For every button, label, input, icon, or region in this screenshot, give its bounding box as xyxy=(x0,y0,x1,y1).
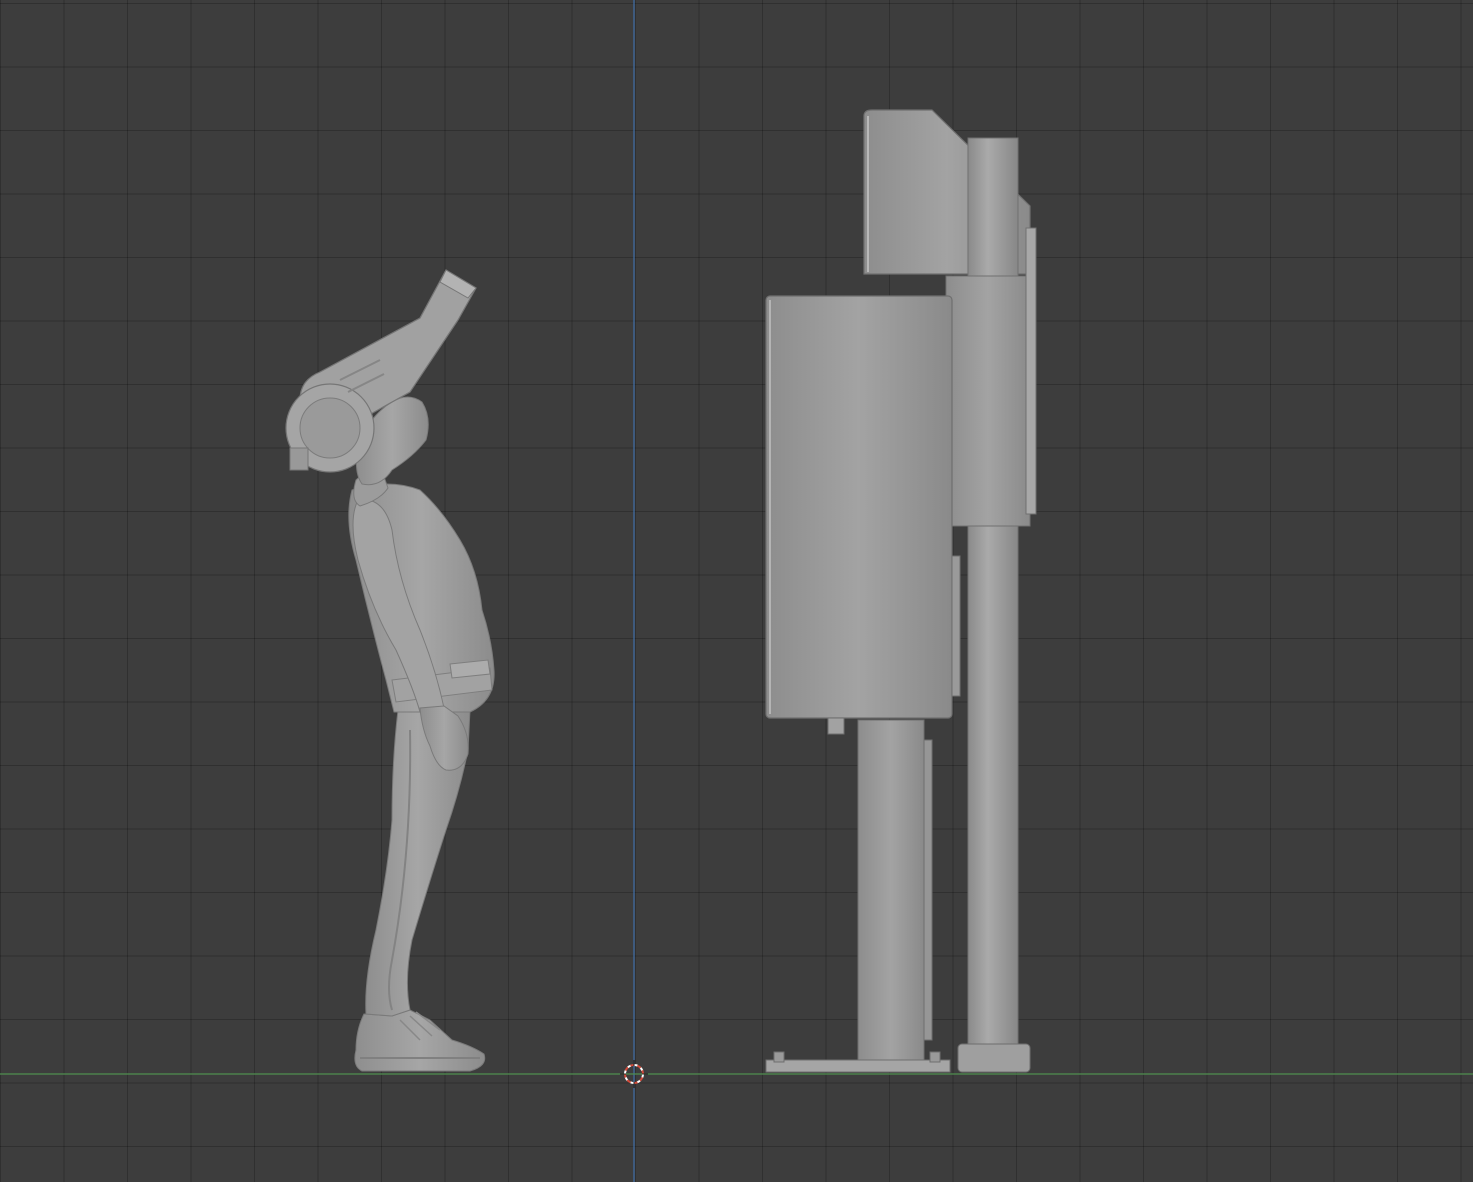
kiosk-machine[interactable] xyxy=(765,109,1037,1073)
viewport-scene[interactable] xyxy=(0,0,1473,1182)
3d-viewport[interactable] xyxy=(0,0,1473,1182)
kiosk-base xyxy=(765,1059,951,1073)
human-figure[interactable] xyxy=(285,269,495,1072)
kiosk-pole xyxy=(967,137,1019,1049)
kiosk-cabinet xyxy=(765,295,953,719)
rear-shoe xyxy=(354,1009,486,1072)
kiosk-stand xyxy=(857,719,925,1065)
kiosk-side-panel xyxy=(945,275,1031,527)
